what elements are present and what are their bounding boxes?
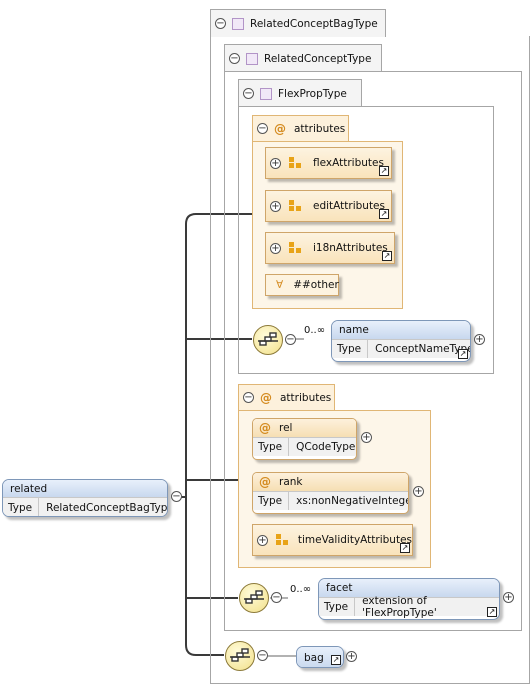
element-label: bag xyxy=(304,652,324,664)
collapse-icon[interactable]: − xyxy=(257,650,268,661)
attribute-label: rank xyxy=(279,476,303,488)
attributes-label: attributes xyxy=(280,391,332,404)
attribute-group-label: editAttributes xyxy=(313,200,385,212)
sequence-compositor-icon-2[interactable] xyxy=(239,583,269,613)
element-facet[interactable]: facet Type extension of 'FlexPropType' ↗ xyxy=(318,578,500,620)
type-value: RelatedConceptBagType xyxy=(46,501,168,514)
collapse-icon[interactable]: − xyxy=(243,392,254,403)
link-icon[interactable]: ↗ xyxy=(382,251,392,261)
expand-icon[interactable]: + xyxy=(270,242,281,254)
attribute-label: rel xyxy=(279,422,293,434)
element-bag[interactable]: bag ↗ xyxy=(296,646,344,668)
expand-icon[interactable]: + xyxy=(503,592,514,603)
collapse-icon[interactable]: − xyxy=(285,334,296,345)
element-type-row: Type ConceptNameType xyxy=(332,339,470,358)
element-name-header: name xyxy=(332,321,470,339)
element-label: related xyxy=(10,482,48,495)
complex-type-tab-flexprop[interactable]: − FlexPropType xyxy=(238,79,362,107)
root-element-header: related xyxy=(3,480,167,497)
attribute-icon: @ xyxy=(274,121,286,136)
complex-type-icon xyxy=(246,52,258,65)
type-key: Type xyxy=(332,340,369,358)
attributes-tab-2[interactable]: − @ attributes xyxy=(238,384,335,410)
link-icon[interactable]: ↗ xyxy=(331,655,341,665)
sequence-compositor-icon-3[interactable] xyxy=(225,641,255,671)
type-key: Type xyxy=(319,598,356,616)
cardinality-label: 0..∞ xyxy=(290,584,312,595)
complex-type-label: FlexPropType xyxy=(278,87,347,100)
attribute-rank[interactable]: @ rank Type xs:nonNegativeInteger xyxy=(252,472,409,514)
attribute-group-label: flexAttributes xyxy=(313,157,384,169)
root-element-related[interactable]: related Type RelatedConceptBagType xyxy=(2,479,168,517)
type-key: Type xyxy=(253,492,290,510)
link-icon[interactable]: ↗ xyxy=(400,543,410,553)
complex-type-label: RelatedConceptType xyxy=(264,52,372,65)
type-key: Type xyxy=(253,438,290,456)
collapse-icon[interactable]: − xyxy=(229,53,240,64)
attribute-icon: @ xyxy=(259,421,271,435)
attribute-rank-header: @ rank xyxy=(253,473,408,491)
element-type-row: Type RelatedConceptBagType xyxy=(3,497,168,516)
sequence-compositor-icon-1[interactable] xyxy=(253,325,283,355)
complex-type-tab-related-concept[interactable]: − RelatedConceptType xyxy=(224,44,382,72)
complex-type-label: RelatedConceptBagType xyxy=(250,17,378,30)
link-icon[interactable]: ↗ xyxy=(487,607,497,617)
attribute-group-icon xyxy=(289,242,303,254)
attribute-type-row: Type xs:nonNegativeInteger xyxy=(253,491,408,510)
collapse-icon[interactable]: − xyxy=(243,88,254,99)
wildcard-icon: ∀ xyxy=(276,279,284,291)
expand-icon[interactable]: + xyxy=(413,486,424,497)
type-value: ConceptNameType xyxy=(375,343,471,355)
attribute-icon: @ xyxy=(260,390,272,405)
collapse-icon[interactable]: − xyxy=(257,123,268,134)
attribute-group-i18n-attributes[interactable]: + i18nAttributes ↗ xyxy=(265,232,395,264)
link-icon[interactable]: ↗ xyxy=(379,166,389,176)
complex-type-icon xyxy=(232,17,244,30)
element-label: facet xyxy=(326,582,353,594)
attribute-group-label: i18nAttributes xyxy=(313,242,388,254)
attribute-group-icon xyxy=(276,534,288,546)
expand-icon[interactable]: + xyxy=(346,651,357,662)
attributes-label: attributes xyxy=(294,122,346,135)
attribute-group-flex-attributes[interactable]: + flexAttributes ↗ xyxy=(265,147,392,179)
collapse-icon[interactable]: − xyxy=(171,491,182,502)
expand-icon[interactable]: + xyxy=(361,432,372,443)
expand-icon[interactable]: + xyxy=(270,157,281,169)
element-name[interactable]: name Type ConceptNameType ↗ xyxy=(331,320,471,362)
type-key: Type xyxy=(3,498,40,516)
expand-icon[interactable]: + xyxy=(270,200,281,212)
any-attribute-wildcard[interactable]: ∀ ##other xyxy=(265,274,339,296)
attribute-type-row: Type QCodeType xyxy=(253,437,356,456)
attribute-group-edit-attributes[interactable]: + editAttributes ↗ xyxy=(265,190,392,222)
element-label: name xyxy=(339,324,369,336)
collapse-icon[interactable]: − xyxy=(215,18,226,29)
complex-type-tab-related-concept-bag[interactable]: − RelatedConceptBagType xyxy=(210,9,386,37)
attribute-rel-header: @ rel xyxy=(253,419,356,437)
attribute-group-icon xyxy=(289,200,303,212)
element-type-row: Type extension of 'FlexPropType' xyxy=(319,595,499,619)
attribute-group-time-validity[interactable]: + timeValidityAttributes ↗ xyxy=(252,524,413,556)
complex-type-icon xyxy=(260,87,272,100)
expand-icon[interactable]: + xyxy=(257,534,268,546)
attribute-rel[interactable]: @ rel Type QCodeType xyxy=(252,418,357,460)
attribute-icon: @ xyxy=(259,475,271,489)
collapse-icon[interactable]: − xyxy=(271,592,282,603)
attribute-group-label: timeValidityAttributes xyxy=(297,534,412,546)
type-value: extension of 'FlexPropType' xyxy=(362,595,437,619)
wildcard-label: ##other xyxy=(293,279,339,291)
attribute-group-icon xyxy=(289,157,303,169)
type-value: xs:nonNegativeInteger xyxy=(296,495,409,507)
attributes-tab-1[interactable]: − @ attributes xyxy=(252,115,349,141)
type-value: QCodeType xyxy=(296,441,356,453)
link-icon[interactable]: ↗ xyxy=(379,209,389,219)
cardinality-label: 0..∞ xyxy=(304,325,326,336)
expand-icon[interactable]: + xyxy=(474,334,485,345)
link-icon[interactable]: ↗ xyxy=(458,349,468,359)
